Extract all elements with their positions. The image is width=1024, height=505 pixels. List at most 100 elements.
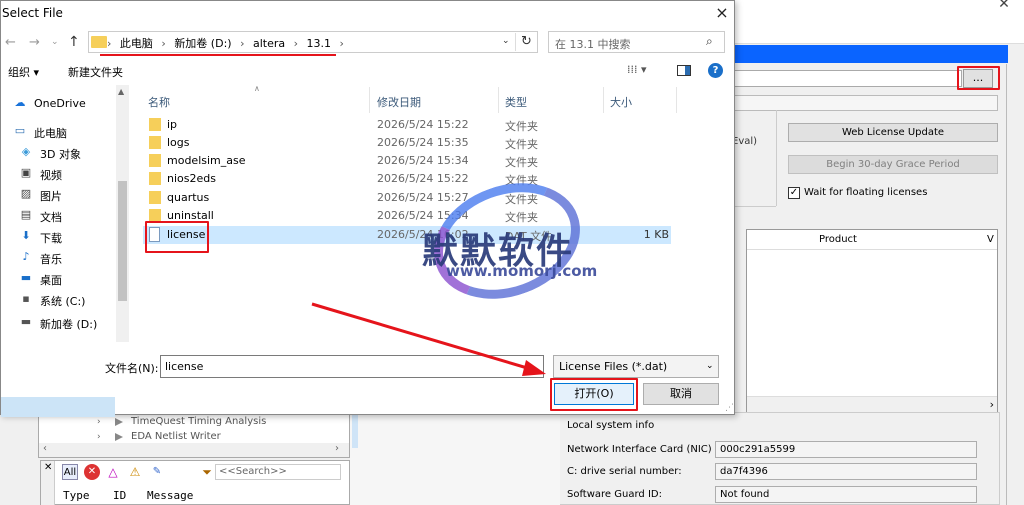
chevron-right-icon[interactable]: › (97, 417, 101, 427)
drive-icon: ▪ (22, 292, 30, 305)
chevron-right-icon[interactable]: › (340, 37, 344, 50)
web-license-update-button[interactable]: Web License Update (788, 123, 998, 142)
message-search-input[interactable]: <<Search>> (215, 464, 341, 480)
search-icon[interactable]: ⌕ (706, 34, 713, 49)
scroll-right-icon[interactable]: › (335, 443, 339, 454)
sidebar-item-downloads[interactable]: ⬇ 下载 (7, 227, 125, 247)
tasks-horizontal-scrollbar[interactable]: ‹ › (39, 443, 349, 457)
sidebar-item-documents[interactable]: ▤ 文档 (7, 206, 125, 226)
filter-all-button[interactable]: All (62, 464, 78, 480)
breadcrumb-13-1[interactable]: 13.1 (307, 37, 332, 50)
chevron-right-icon[interactable]: › (161, 37, 165, 50)
breadcrumb-drive-d[interactable]: 新加卷 (D:) (174, 37, 231, 50)
table-horizontal-scrollbar[interactable]: › (747, 396, 997, 412)
suggestion-icon[interactable]: ✎ (149, 464, 165, 480)
divider (515, 33, 516, 51)
error-filter-icon[interactable]: ✕ (84, 464, 100, 480)
sidebar-item-videos[interactable]: ▣ 视频 (7, 164, 125, 184)
wait-floating-checkbox[interactable]: ✓ (788, 187, 800, 199)
file-row-nios2eds[interactable]: nios2eds 2026/5/24 15:22 文件夹 (143, 170, 671, 188)
breadcrumb-this-pc[interactable]: 此电脑 (120, 37, 153, 50)
preview-pane-icon[interactable] (677, 65, 691, 76)
task-item-timequest[interactable]: TimeQuest Timing Analysis (131, 416, 266, 427)
up-arrow-icon[interactable]: ↑ (68, 34, 80, 50)
group-divider (730, 206, 776, 207)
annotation-box-license-file (145, 221, 209, 253)
file-row-ip[interactable]: ip 2026/5/24 15:22 文件夹 (143, 116, 671, 134)
file-row-license[interactable]: license 2026/5/24 16:02 DAT 文件 1 KB (143, 226, 671, 244)
column-header-name[interactable]: 名称 (148, 94, 170, 110)
new-folder-button[interactable]: 新建文件夹 (68, 64, 123, 80)
column-header-v[interactable]: V (987, 234, 994, 245)
column-header-size[interactable]: 大小 (610, 94, 632, 110)
sidebar-item-this-pc[interactable]: ▭ 此电脑 (1, 122, 119, 142)
sidebar-item-desktop[interactable]: ▬ 桌面 (7, 269, 125, 289)
column-divider[interactable] (676, 87, 677, 113)
play-icon (115, 418, 123, 426)
breadcrumb-altera[interactable]: altera (253, 37, 285, 50)
column-header-message[interactable]: Message (147, 489, 193, 502)
messages-panel: ✕ All ✕ △ ⚠ ✎ ⏷ <<Search>> Type ID Messa… (40, 460, 350, 505)
close-icon[interactable]: × (711, 4, 733, 24)
license-file-input[interactable] (730, 70, 962, 87)
chevron-right-icon[interactable]: › (97, 432, 101, 442)
sidebar-item-onedrive[interactable]: ☁ OneDrive (1, 94, 119, 114)
play-icon (115, 433, 123, 441)
back-arrow-icon[interactable]: ← (5, 35, 16, 50)
refresh-icon[interactable]: ↻ (521, 34, 532, 49)
file-row-uninstall[interactable]: uninstall 2026/5/24 15:34 文件夹 (143, 207, 671, 225)
scroll-left-icon[interactable]: ‹ (43, 443, 47, 454)
task-item-eda-netlist[interactable]: EDA Netlist Writer (131, 431, 221, 442)
chevron-down-icon[interactable]: ⌄ (706, 356, 714, 377)
cancel-button[interactable]: 取消 (643, 383, 719, 405)
chevron-right-icon[interactable]: › (107, 37, 111, 50)
file-row-quartus[interactable]: quartus 2026/5/24 15:27 文件夹 (143, 189, 671, 207)
license-window-close-button[interactable]: ✕ (994, 0, 1014, 12)
chevron-right-icon[interactable]: › (294, 37, 298, 50)
file-row-modelsim-ase[interactable]: modelsim_ase 2026/5/24 15:34 文件夹 (143, 152, 671, 170)
sidebar-item-system-c[interactable]: ▪ 系统 (C:) (7, 290, 125, 310)
cube-icon: ◈ (21, 145, 31, 158)
filetype-select[interactable]: License Files (*.dat) ⌄ (553, 355, 719, 378)
workspace-tab-strip (352, 412, 358, 448)
column-header-type[interactable]: Type (63, 489, 90, 502)
column-header-type[interactable]: 类型 (505, 94, 527, 110)
drive-serial-value: da7f4396 (715, 463, 977, 480)
view-options-button[interactable]: ⁞⁞⁞ ▾ (627, 63, 647, 76)
sidebar-item-3d-objects[interactable]: ◈ 3D 对象 (7, 143, 125, 163)
address-bar[interactable]: › 此电脑 › 新加卷 (D:) › altera › 13.1 › ⌄ ↻ (88, 31, 538, 53)
sidebar-item-music[interactable]: ♪ 音乐 (7, 248, 125, 268)
column-header-date[interactable]: 修改日期 (377, 94, 421, 110)
scroll-right-icon[interactable]: › (990, 398, 994, 411)
column-divider[interactable] (603, 87, 604, 113)
forward-arrow-icon[interactable]: → (29, 35, 40, 50)
column-header-id[interactable]: ID (113, 489, 126, 502)
file-row-logs[interactable]: logs 2026/5/24 15:35 文件夹 (143, 134, 671, 152)
resize-grip-icon[interactable]: ⋰ (725, 403, 734, 413)
file-name: modelsim_ase (167, 154, 246, 167)
scroll-up-icon[interactable]: ▲ (118, 87, 124, 96)
help-icon[interactable]: ? (708, 63, 723, 78)
critical-warning-icon[interactable]: △ (105, 464, 121, 480)
close-icon[interactable]: ✕ (44, 462, 52, 473)
license-field-secondary[interactable] (730, 95, 998, 111)
begin-grace-period-button[interactable]: Begin 30-day Grace Period (788, 155, 998, 174)
recent-locations-icon[interactable]: ⌄ (51, 37, 59, 47)
organize-menu-button[interactable]: 组织 ▾ (8, 64, 39, 80)
warning-icon[interactable]: ⚠ (127, 464, 143, 480)
search-input[interactable]: 在 13.1 中搜索 ⌕ (548, 31, 725, 53)
chevron-down-icon[interactable]: ⌄ (502, 36, 510, 46)
navigation-scrollbar[interactable]: ▲ (116, 85, 129, 342)
column-divider[interactable] (498, 87, 499, 113)
license-feature-table: Product V › (746, 229, 998, 413)
sidebar-item-pictures[interactable]: ▨ 图片 (7, 185, 125, 205)
filter-icon[interactable]: ⏷ (199, 464, 215, 480)
sidebar-item-drive-d[interactable]: ▬ 新加卷 (D:) (7, 313, 125, 333)
dialog-title: Select File (2, 6, 63, 20)
scrollbar-thumb[interactable] (118, 181, 127, 301)
selected-highlight (1, 397, 115, 417)
column-divider[interactable] (369, 87, 370, 113)
chevron-right-icon[interactable]: › (240, 37, 244, 50)
column-header-product[interactable]: Product (819, 234, 857, 245)
folder-icon (149, 154, 161, 167)
